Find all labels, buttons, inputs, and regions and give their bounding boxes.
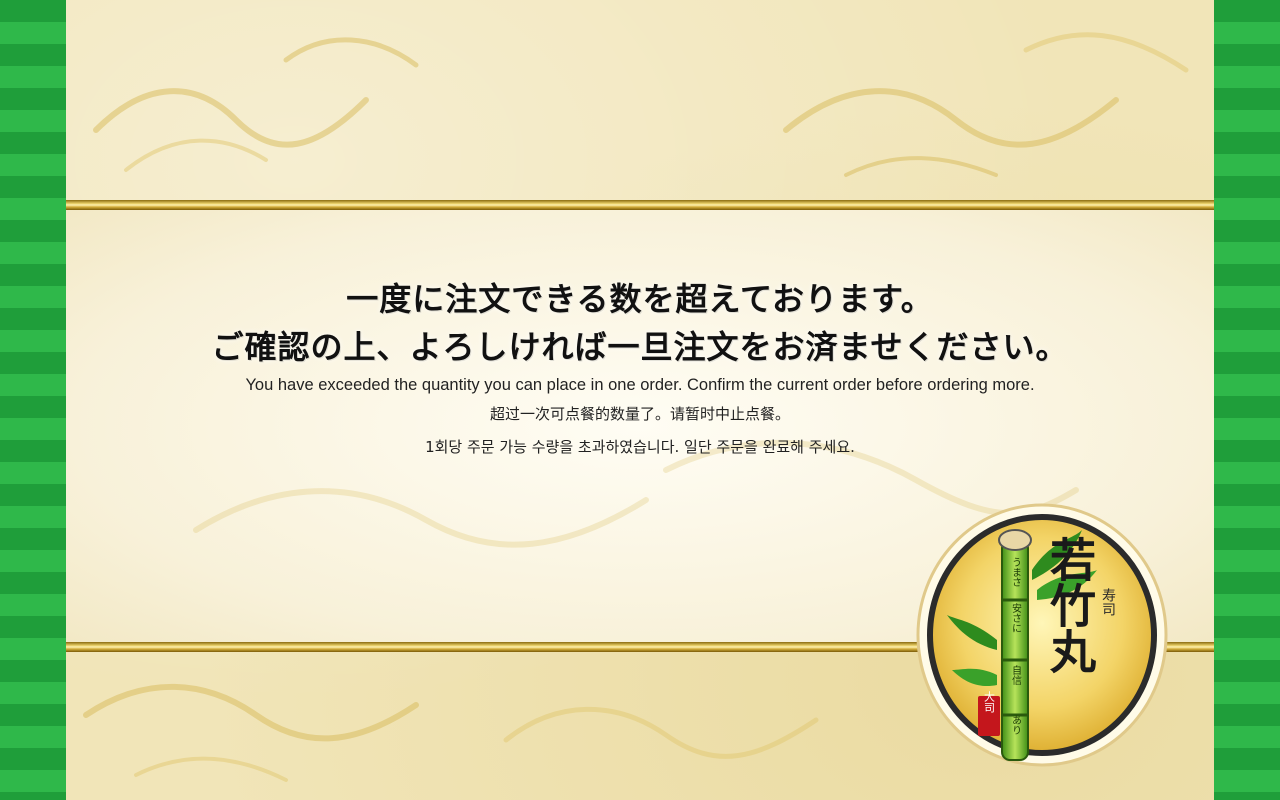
message-korean: 1회당 주문 가능 수량을 초과하였습니다. 일단 주문을 완료해 주세요. (425, 438, 855, 456)
logo-vertical-text-1: うまさ (1010, 557, 1021, 587)
right-green-stripe-rail (1214, 0, 1280, 800)
message-japanese-line-2: ご確認の上、よろしければ一旦注文をお済ませください。 (211, 328, 1069, 366)
logo-sub-text: 寿司 (1100, 587, 1116, 616)
message-chinese: 超过一次可点餐的数量了。请暂时中止点餐。 (489, 405, 790, 423)
logo-vertical-text-2: 安さに (1010, 602, 1022, 633)
gold-divider-top (66, 200, 1214, 210)
wave-decoration-bottom-center (503, 706, 819, 759)
logo-brand-name: 若竹丸 (1043, 536, 1097, 674)
order-limit-screen: 一度に注文できる数を超えております。 ご確認の上、よろしければ一旦注文をお済ませ… (0, 0, 1280, 800)
brand-logo: うまさ 安さに 自信 あり 寿司 若竹丸 大司 (916, 503, 1168, 767)
wave-decoration-bottom-left (83, 683, 419, 782)
logo-red-stamp: 大司 (983, 690, 996, 713)
logo-vertical-text-4: あり (1010, 715, 1021, 735)
message-english: You have exceeded the quantity you can p… (245, 376, 1035, 394)
wave-decoration-top-right (783, 32, 1189, 177)
left-green-stripe-rail (0, 0, 66, 800)
wave-decoration-top-left (93, 37, 419, 172)
logo-vertical-text-3: 自信 (1010, 664, 1022, 686)
message-japanese-line-1: 一度に注文できる数を超えております。 (346, 280, 934, 318)
